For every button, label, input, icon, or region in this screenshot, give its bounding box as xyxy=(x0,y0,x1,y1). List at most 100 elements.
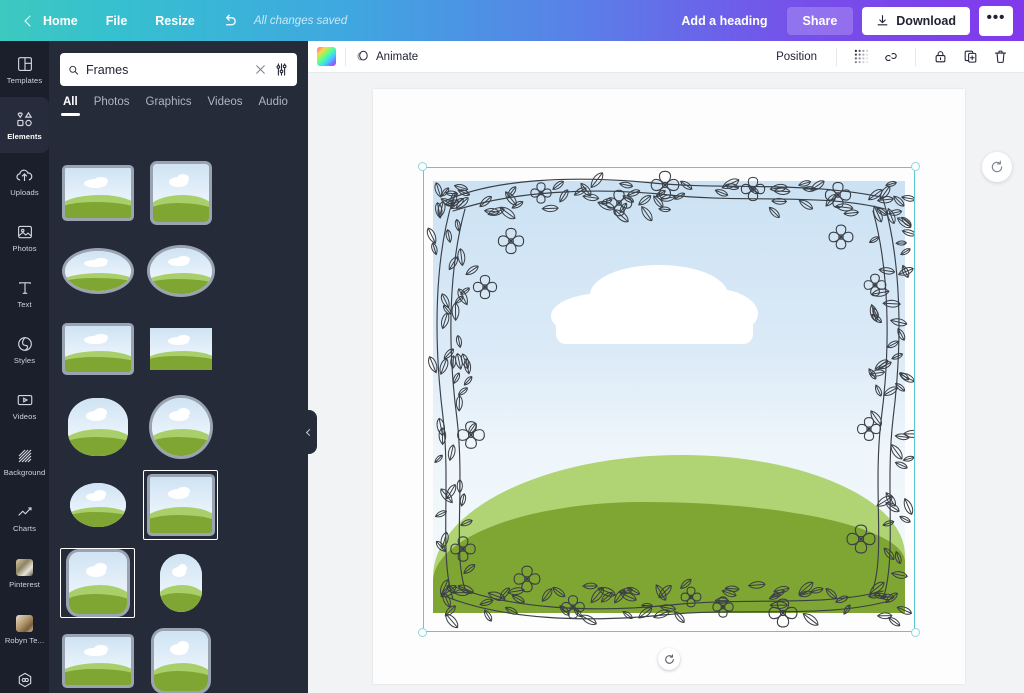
download-button[interactable]: Download xyxy=(862,7,970,35)
add-page-icon xyxy=(989,159,1005,175)
design-page[interactable] xyxy=(373,89,965,684)
frame-thumbnail-shape xyxy=(65,637,131,685)
frame-thumbnail-shape xyxy=(69,552,127,614)
thumb-cloud xyxy=(94,563,107,573)
trash-icon xyxy=(993,49,1008,64)
frame-thumbnail-shape xyxy=(152,398,210,456)
resize-handle-bottom-left[interactable] xyxy=(418,628,427,637)
sidebar-item-templates[interactable]: Templates xyxy=(0,41,49,97)
panel-collapse-button[interactable] xyxy=(299,410,317,454)
sidebar-item-label: Photos xyxy=(12,245,36,253)
frame-result-item[interactable] xyxy=(60,236,135,306)
file-label: File xyxy=(106,14,128,28)
thumb-hill-dark xyxy=(65,669,131,685)
download-label: Download xyxy=(896,14,956,28)
file-menu-button[interactable]: File xyxy=(92,0,142,41)
home-button[interactable]: Home xyxy=(12,0,92,41)
frame-result-item[interactable] xyxy=(60,392,135,462)
text-icon xyxy=(15,278,35,298)
search-input[interactable] xyxy=(86,63,247,77)
frame-thumbnail-shape xyxy=(65,251,131,291)
tab-photos[interactable]: Photos xyxy=(94,96,130,116)
sidebar-item-label: Text xyxy=(17,301,31,309)
sidebar-item-label: Videos xyxy=(13,413,37,421)
animate-button[interactable]: Animate xyxy=(355,49,418,64)
link-button[interactable] xyxy=(876,44,906,70)
cloud-shape xyxy=(556,311,753,344)
frame-result-item[interactable] xyxy=(60,548,135,618)
filter-button[interactable] xyxy=(274,62,289,77)
frame-thumbnail-shape xyxy=(154,631,208,691)
color-swatch-button[interactable] xyxy=(317,47,336,66)
home-label: Home xyxy=(43,14,78,28)
elements-panel: All Photos Graphics Videos Audio xyxy=(49,41,308,693)
lock-icon xyxy=(933,49,948,64)
more-options-button[interactable]: ••• xyxy=(979,6,1013,36)
add-page-button[interactable] xyxy=(982,152,1012,182)
selected-element[interactable] xyxy=(423,167,915,632)
frame-thumbnail-shape xyxy=(160,554,202,612)
frame-result-item[interactable] xyxy=(143,626,218,693)
logos-icon xyxy=(15,670,35,690)
frame-result-item[interactable] xyxy=(143,314,218,384)
element-toolbar: Animate Position xyxy=(308,41,1024,73)
sidebar-item-pinterest[interactable]: Pinterest xyxy=(0,545,49,601)
sidebar-item-photos[interactable]: Photos xyxy=(0,209,49,265)
clear-search-button[interactable] xyxy=(254,63,267,76)
resize-handle-top-left[interactable] xyxy=(418,162,427,171)
resize-handle-top-right[interactable] xyxy=(911,162,920,171)
rotate-handle[interactable] xyxy=(658,648,680,670)
sidebar-item-label: Pinterest xyxy=(9,581,40,589)
sidebar-item-elements[interactable]: Elements xyxy=(0,97,49,153)
share-button[interactable]: Share xyxy=(787,7,854,35)
add-heading-button[interactable]: Add a heading xyxy=(671,7,777,35)
frame-result-item[interactable] xyxy=(143,470,218,540)
frame-result-item[interactable] xyxy=(143,236,218,306)
panel-tabs: All Photos Graphics Videos Audio xyxy=(49,86,308,116)
frame-result-item[interactable] xyxy=(60,158,135,228)
frame-result-item[interactable] xyxy=(143,392,218,462)
frame-result-item[interactable] xyxy=(143,548,218,618)
search-box[interactable] xyxy=(60,53,297,86)
background-icon xyxy=(15,446,35,466)
duplicate-button[interactable] xyxy=(955,44,985,70)
undo-button[interactable] xyxy=(209,12,250,29)
tab-audio[interactable]: Audio xyxy=(259,96,288,116)
sidebar-item-videos[interactable]: Videos xyxy=(0,377,49,433)
tab-graphics[interactable]: Graphics xyxy=(146,96,192,116)
frame-thumbnail-shape xyxy=(65,168,131,218)
frame-thumbnail-shape xyxy=(150,248,212,294)
tab-videos[interactable]: Videos xyxy=(208,96,243,116)
sidebar-item-charts[interactable]: Charts xyxy=(0,489,49,545)
sidebar-item-uploads[interactable]: Uploads xyxy=(0,153,49,209)
close-icon xyxy=(254,63,267,76)
delete-button[interactable] xyxy=(985,44,1015,70)
tab-all[interactable]: All xyxy=(63,96,78,116)
frame-result-item[interactable] xyxy=(60,314,135,384)
templates-icon xyxy=(15,54,35,74)
position-button[interactable]: Position xyxy=(766,51,827,63)
sidebar-item-robyn-te[interactable]: Robyn Te... xyxy=(0,601,49,657)
charts-icon xyxy=(15,502,35,522)
sidebar-item-text[interactable]: Text xyxy=(0,265,49,321)
canvas-area[interactable] xyxy=(308,73,1024,693)
toolbar-divider xyxy=(345,48,346,66)
toolbar-divider xyxy=(836,48,837,66)
sidebar-item-logos[interactable]: Logos xyxy=(0,657,49,693)
transparency-button[interactable] xyxy=(846,44,876,70)
sidebar-item-styles[interactable]: Styles xyxy=(0,321,49,377)
robyn-thumb-icon xyxy=(15,614,35,634)
resize-button[interactable]: Resize xyxy=(141,0,209,41)
resize-handle-bottom-right[interactable] xyxy=(911,628,920,637)
thumb-hill-dark xyxy=(153,203,209,222)
frame-result-item[interactable] xyxy=(60,470,135,540)
transparency-icon xyxy=(854,49,869,64)
frame-result-item[interactable] xyxy=(60,626,135,693)
lock-button[interactable] xyxy=(925,44,955,70)
sidebar-item-background[interactable]: Background xyxy=(0,433,49,489)
thumb-cloud xyxy=(94,490,106,497)
top-bar-left-group: Home File Resize All changes saved xyxy=(0,0,347,41)
frame-result-item[interactable] xyxy=(143,158,218,228)
floral-frame-artwork xyxy=(423,167,915,632)
sidebar-item-label: Robyn Te... xyxy=(5,637,44,645)
